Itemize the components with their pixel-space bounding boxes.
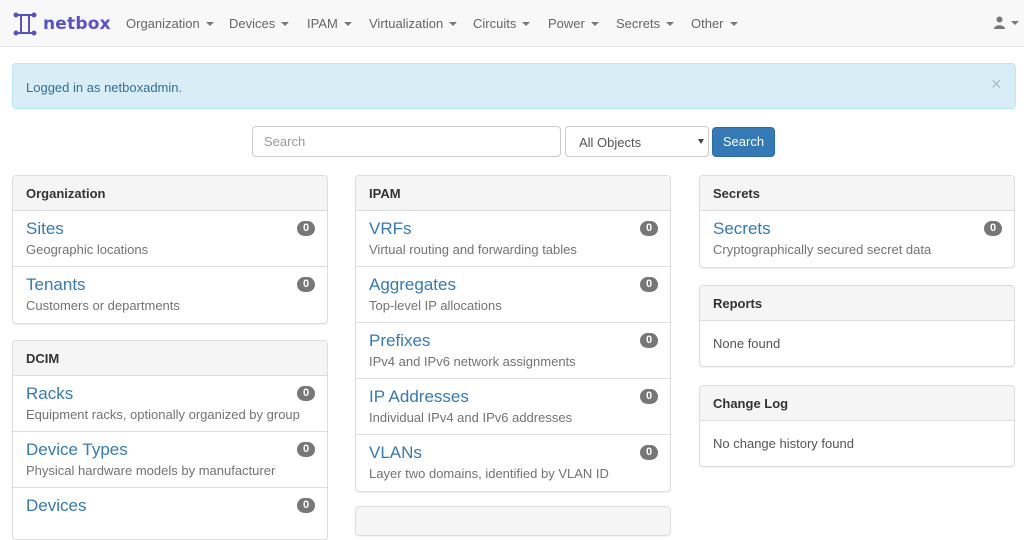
panel-title: Organization (13, 176, 327, 211)
item-link[interactable]: Tenants (26, 275, 86, 295)
item-link[interactable]: Device Types (26, 440, 128, 460)
nav-label: IPAM (307, 16, 338, 31)
caret-down-icon (1011, 20, 1019, 25)
count-badge: 0 (640, 445, 658, 460)
count-badge: 0 (984, 221, 1002, 236)
item-description: Physical hardware models by manufacturer (26, 463, 276, 478)
panel-secrets: Secrets Secrets 0 Cryptographically secu… (699, 175, 1015, 268)
count-badge: 0 (297, 386, 315, 401)
list-item-secrets[interactable]: Secrets 0 Cryptographically secured secr… (700, 211, 1014, 267)
panel-organization: Organization Sites 0 Geographic location… (12, 175, 328, 324)
item-link[interactable]: Sites (26, 219, 64, 239)
item-link[interactable]: IP Addresses (369, 387, 469, 407)
item-description: Top-level IP allocations (369, 298, 502, 313)
count-badge: 0 (297, 498, 315, 513)
list-item-vrfs[interactable]: VRFs 0 Virtual routing and forwarding ta… (356, 211, 670, 267)
list-item-device-types[interactable]: Device Types 0 Physical hardware models … (13, 432, 327, 488)
top-navbar: netbox Organization Devices IPAM Virtual… (0, 0, 1024, 47)
dropdown-arrow-icon (698, 139, 704, 144)
alert-message: Logged in as netboxadmin. (26, 80, 183, 95)
item-description: Cryptographically secured secret data (713, 242, 932, 257)
panel-changelog: Change Log No change history found (699, 385, 1015, 467)
nav-label: Secrets (616, 16, 661, 31)
panel-ipam: IPAM VRFs 0 Virtual routing and forwardi… (355, 175, 671, 492)
count-badge: 0 (640, 221, 658, 236)
search-button[interactable]: Search (712, 127, 775, 157)
count-badge: 0 (297, 221, 315, 236)
changelog-empty-text: No change history found (713, 436, 854, 451)
item-description: Customers or departments (26, 298, 180, 313)
caret-down-icon (729, 21, 738, 26)
item-description: Layer two domains, identified by VLAN ID (369, 466, 609, 481)
nav-circuits[interactable]: Circuits (473, 16, 531, 31)
list-item-racks[interactable]: Racks 0 Equipment racks, optionally orga… (13, 376, 327, 432)
panel-dcim: DCIM Racks 0 Equipment racks, optionally… (12, 340, 328, 540)
item-link[interactable]: Devices (26, 496, 86, 516)
list-item-vlans[interactable]: VLANs 0 Layer two domains, identified by… (356, 435, 670, 491)
count-badge: 0 (640, 277, 658, 292)
item-description: IPv4 and IPv6 network assignments (369, 354, 576, 369)
list-item-aggregates[interactable]: Aggregates 0 Top-level IP allocations (356, 267, 670, 323)
panel-title: Reports (700, 286, 1014, 321)
nav-label: Other (691, 16, 724, 31)
caret-down-icon (343, 21, 352, 26)
panel-title: Secrets (700, 176, 1014, 211)
netbox-logo-icon (13, 12, 37, 36)
list-item-sites[interactable]: Sites 0 Geographic locations (13, 211, 327, 267)
count-badge: 0 (640, 333, 658, 348)
user-menu[interactable] (994, 16, 1019, 29)
panel-reports: Reports None found (699, 285, 1015, 367)
nav-other[interactable]: Other (691, 16, 738, 31)
nav-virtualization[interactable]: Virtualization (369, 16, 458, 31)
nav-label: Virtualization (369, 16, 444, 31)
caret-down-icon (449, 21, 458, 26)
panel-heading (356, 507, 670, 535)
item-description: Geographic locations (26, 242, 149, 257)
count-badge: 0 (297, 277, 315, 292)
close-icon[interactable]: × (991, 75, 1002, 93)
nav-label: Devices (229, 16, 276, 31)
nav-ipam[interactable]: IPAM (307, 16, 352, 31)
item-link[interactable]: Aggregates (369, 275, 456, 295)
panel-next (355, 506, 671, 536)
panel-title: Change Log (700, 386, 1014, 421)
item-link[interactable]: Racks (26, 384, 73, 404)
panel-title: DCIM (13, 341, 327, 376)
caret-down-icon (205, 21, 214, 26)
item-description: Virtual routing and forwarding tables (369, 242, 577, 257)
list-item-prefixes[interactable]: Prefixes 0 IPv4 and IPv6 network assignm… (356, 323, 670, 379)
item-link[interactable]: VRFs (369, 219, 412, 239)
item-description: Individual IPv4 and IPv6 addresses (369, 410, 573, 425)
search-scope-select[interactable]: All Objects (565, 126, 709, 157)
user-icon (994, 16, 1005, 29)
brand-name: netbox (43, 14, 111, 34)
item-link[interactable]: Secrets (713, 219, 771, 239)
list-item-devices[interactable]: Devices 0 (13, 488, 327, 539)
nav-organization[interactable]: Organization (126, 16, 214, 31)
list-item-tenants[interactable]: Tenants 0 Customers or departments (13, 267, 327, 323)
caret-down-icon (281, 21, 290, 26)
item-link[interactable]: VLANs (369, 443, 422, 463)
nav-label: Circuits (473, 16, 517, 31)
login-alert: Logged in as netboxadmin. × (12, 63, 1016, 109)
count-badge: 0 (297, 442, 315, 457)
count-badge: 0 (640, 389, 658, 404)
nav-power[interactable]: Power (548, 16, 599, 31)
reports-empty-text: None found (713, 336, 781, 351)
nav-label: Power (548, 16, 585, 31)
item-description: Equipment racks, optionally organized by… (26, 407, 300, 422)
list-item-ip-addresses[interactable]: IP Addresses 0 Individual IPv4 and IPv6 … (356, 379, 670, 435)
panel-title: IPAM (356, 176, 670, 211)
caret-down-icon (590, 21, 599, 26)
nav-label: Organization (126, 16, 200, 31)
nav-devices[interactable]: Devices (229, 16, 290, 31)
search-input[interactable] (252, 126, 561, 157)
select-value: All Objects (579, 135, 642, 150)
caret-down-icon (522, 21, 531, 26)
caret-down-icon (666, 21, 675, 26)
brand-logo[interactable]: netbox (12, 11, 111, 37)
nav-secrets[interactable]: Secrets (616, 16, 675, 31)
item-link[interactable]: Prefixes (369, 331, 430, 351)
